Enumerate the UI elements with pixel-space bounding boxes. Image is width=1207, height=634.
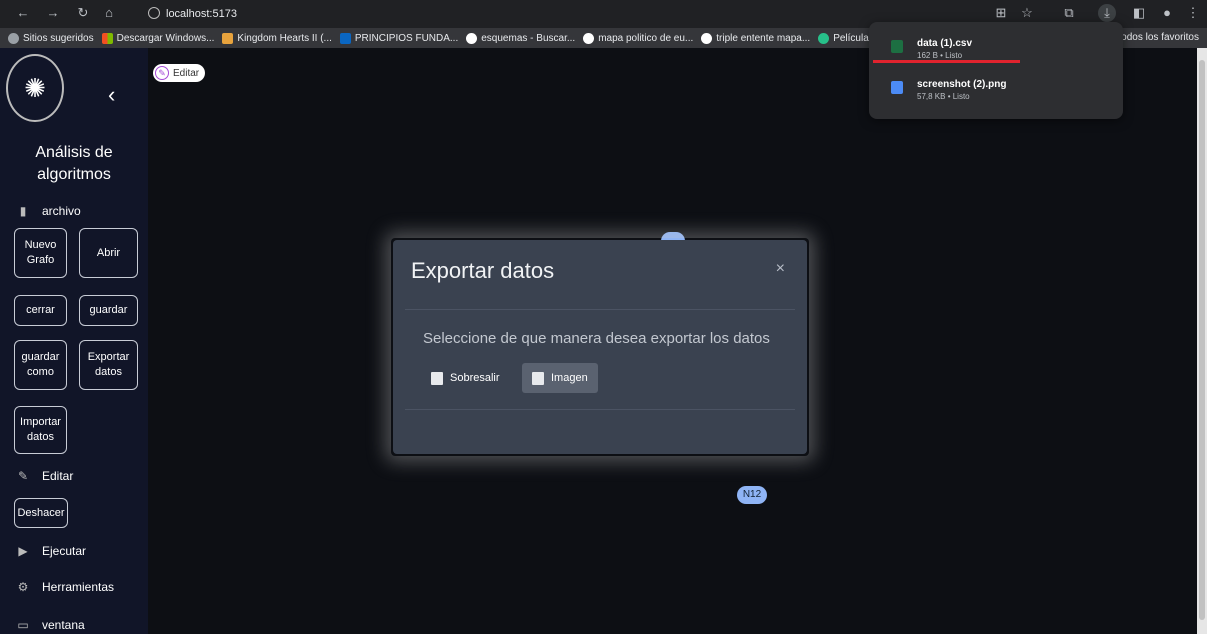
save-button[interactable]: guardar <box>79 295 138 326</box>
windows-icon <box>101 32 113 44</box>
google-icon <box>701 32 713 44</box>
bookmark-label: mapa politico de eu... <box>598 32 694 44</box>
save-as-button[interactable]: guardar como <box>14 340 67 390</box>
close-button[interactable]: cerrar <box>14 295 67 326</box>
red-underline-annotation <box>873 60 1020 63</box>
bookmark-label: Kingdom Hearts II (... <box>237 32 332 44</box>
menu-ejecutar-label: Ejecutar <box>42 544 87 558</box>
export-excel-label: Sobresalir <box>450 372 500 384</box>
downloads-panel: data (1).csv 162 B • Listo screenshot (2)… <box>869 22 1123 119</box>
open-label: Abrir <box>96 246 121 259</box>
sidebar: ✺ ‹ Análisis de algoritmos ▮ archivo Nuev… <box>0 48 148 634</box>
forward-icon[interactable]: → <box>44 4 62 22</box>
download-meta: 57,8 KB • Listo <box>917 92 970 101</box>
window-icon: ▭ <box>17 618 29 632</box>
extensions-icon[interactable]: ⧉ <box>1060 4 1078 22</box>
bookmark-item[interactable]: Descargar Windows... <box>101 32 215 44</box>
menu-herramientas-label: Herramientas <box>42 580 115 594</box>
edit-icon: ✎ <box>155 66 169 80</box>
close-icon[interactable]: × <box>776 260 785 278</box>
google-icon <box>583 32 595 44</box>
bookmark-item[interactable]: mapa politico de eu... <box>583 32 694 44</box>
menu-herramientas[interactable]: ⚙ Herramientas <box>16 580 114 594</box>
menu-editar[interactable]: ✎ Editar <box>16 469 73 483</box>
bookmark-label: Película <box>833 32 869 44</box>
new-graph-button[interactable]: Nuevo Grafo <box>14 228 67 278</box>
address-text: localhost:5173 <box>166 8 237 20</box>
crown-icon <box>222 32 234 44</box>
menu-ventana-label: ventana <box>42 618 85 632</box>
menu-ventana[interactable]: ▭ ventana <box>16 618 85 632</box>
menu-icon[interactable]: ⋮ <box>1184 4 1202 22</box>
bookmark-item[interactable]: Sitios sugeridos <box>8 32 94 44</box>
bookmark-star-icon[interactable]: ☆ <box>1018 4 1036 22</box>
modal-description: Seleccione de que manera desea exportar … <box>423 330 770 347</box>
play-icon: ▶ <box>18 544 28 558</box>
export-image-label: Imagen <box>551 372 588 384</box>
bookmark-item[interactable]: Película <box>818 32 869 44</box>
pencil-icon: ✎ <box>17 469 29 483</box>
menu-ejecutar[interactable]: ▶ Ejecutar <box>16 544 86 558</box>
download-meta: 162 B • Listo <box>917 51 963 60</box>
download-filename: screenshot (2).png <box>917 79 1007 90</box>
menu-editar-label: Editar <box>42 469 74 483</box>
bookmark-label: triple entente mapa... <box>716 32 811 44</box>
scrollbar-thumb[interactable] <box>1199 60 1205 620</box>
sidepanel-icon[interactable]: ◧ <box>1130 4 1148 22</box>
globe-icon <box>8 32 19 44</box>
image-file-icon <box>532 371 544 385</box>
menu-archivo[interactable]: ▮ archivo <box>16 204 81 218</box>
google-icon <box>466 32 478 44</box>
university-logo: ✺ <box>6 54 64 122</box>
download-icon[interactable]: ⤓ <box>1098 4 1116 22</box>
back-icon[interactable]: ← <box>14 4 32 22</box>
excel-file-icon <box>431 371 443 385</box>
export-excel-button[interactable]: Sobresalir <box>421 363 510 393</box>
reload-icon[interactable]: ↻ <box>74 4 92 22</box>
site-info-icon[interactable] <box>148 7 160 19</box>
download-item[interactable]: data (1).csv 162 B • Listo <box>891 38 972 60</box>
address-bar[interactable]: localhost:5173 <box>148 4 237 24</box>
export-modal: Exportar datos × Seleccione de que maner… <box>393 240 807 454</box>
all-bookmarks-link[interactable]: Todos los favoritos <box>1116 32 1199 43</box>
bookmark-label: esquemas - Buscar... <box>481 32 576 44</box>
linkedin-icon <box>339 32 351 44</box>
bookmark-item[interactable]: esquemas - Buscar... <box>466 32 576 44</box>
file-icon: ▮ <box>19 204 27 218</box>
c-icon <box>818 32 830 44</box>
bookmark-label: Descargar Windows... <box>116 32 215 44</box>
export-data-button[interactable]: Exportar datos <box>79 340 138 390</box>
bookmark-label: PRINCIPIOS FUNDA... <box>354 32 459 44</box>
home-icon[interactable]: ⌂ <box>100 4 118 22</box>
modal-title: Exportar datos <box>411 258 555 283</box>
bookmark-item[interactable]: PRINCIPIOS FUNDA... <box>339 32 459 44</box>
graph-node-n12[interactable]: N12 <box>737 486 767 504</box>
collapse-sidebar-icon[interactable]: ‹ <box>108 82 115 108</box>
image-file-icon <box>891 81 903 94</box>
open-button[interactable]: Abrir <box>79 228 138 278</box>
download-item[interactable]: screenshot (2).png 57,8 KB • Listo <box>891 79 1006 101</box>
bookmark-label: Sitios sugeridos <box>23 32 94 44</box>
bookmark-item[interactable]: triple entente mapa... <box>701 32 811 44</box>
translate-icon[interactable]: ⊞ <box>992 4 1010 22</box>
excel-icon <box>891 40 903 53</box>
undo-button[interactable]: Deshacer <box>14 498 68 528</box>
page-scrollbar[interactable] <box>1197 48 1207 634</box>
app-title: Análisis de algoritmos <box>35 144 113 183</box>
profile-avatar[interactable]: ● <box>1158 4 1176 22</box>
modal-footer-divider <box>405 409 795 410</box>
import-data-button[interactable]: Importar datos <box>14 406 67 454</box>
download-filename: data (1).csv <box>917 38 973 49</box>
canvas-edit-label: Editar <box>173 67 200 79</box>
canvas-edit-button[interactable]: ✎ Editar <box>153 64 206 82</box>
menu-archivo-label: archivo <box>42 204 81 218</box>
gear-icon: ⚙ <box>17 580 29 594</box>
export-image-button[interactable]: Imagen <box>522 363 598 393</box>
bookmark-item[interactable]: Kingdom Hearts II (... <box>222 32 332 44</box>
